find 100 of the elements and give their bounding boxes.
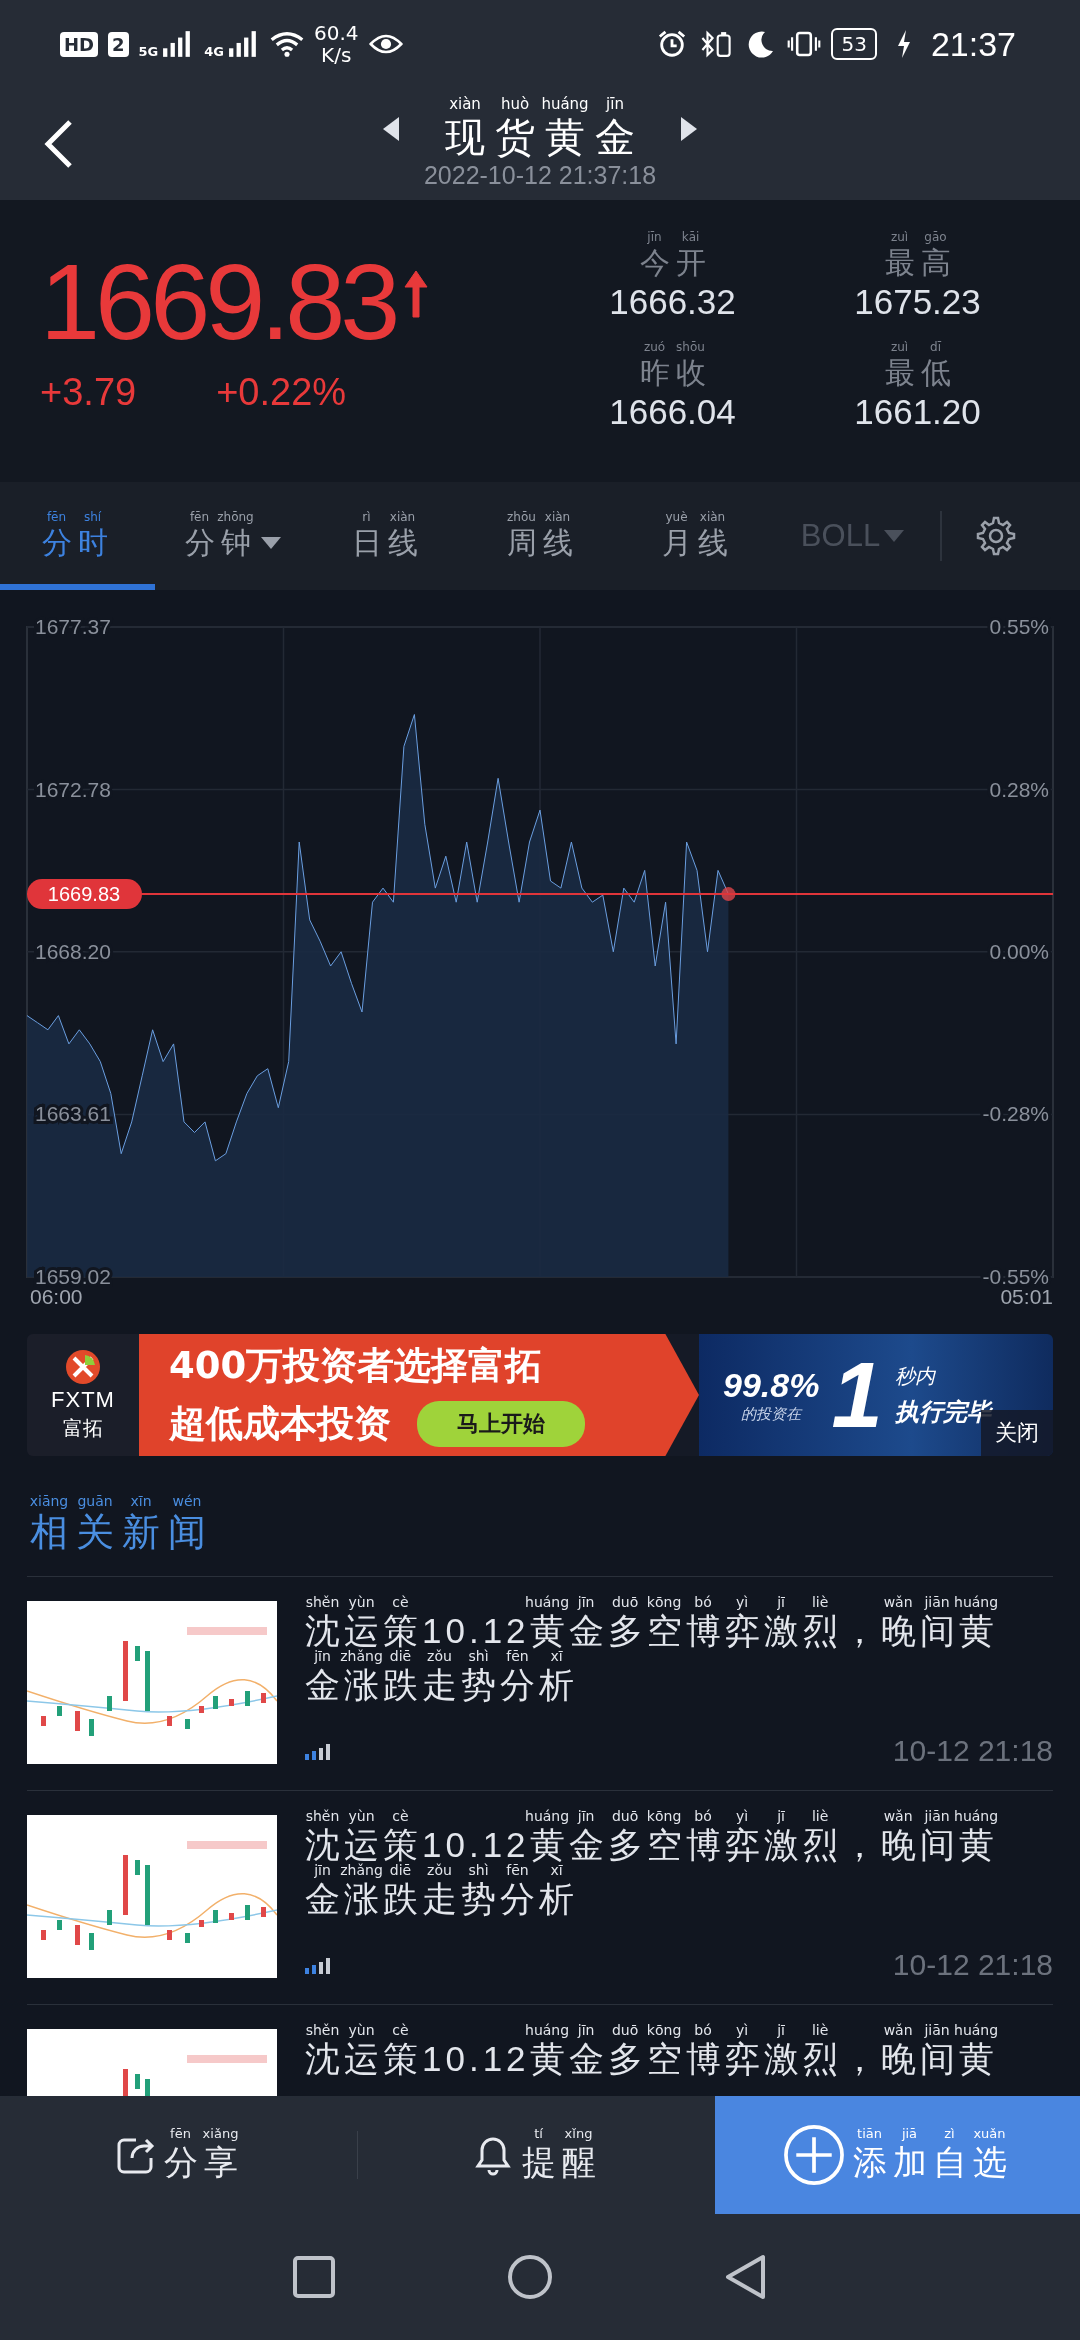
pinyin: fēn	[506, 1649, 529, 1663]
pinyin: wǎn	[883, 1595, 913, 1609]
pinyin: cè	[392, 1809, 409, 1823]
x-logo-icon	[65, 1348, 101, 1385]
pinyin: kōng	[646, 1595, 682, 1609]
pinyin: jī	[777, 2023, 785, 2037]
pinyin: jī	[777, 1809, 785, 1823]
pinyin: xiàn	[699, 510, 726, 523]
pinyin: jiān	[924, 1809, 950, 1823]
pinyin: xuǎn	[973, 2127, 1006, 2140]
pinyin: zǒu	[427, 1863, 452, 1877]
pinyin: diē	[389, 1649, 412, 1663]
pinyin: jiān	[924, 1595, 950, 1609]
pinyin: shì	[468, 1863, 489, 1877]
pinyin: xīn	[130, 1494, 152, 1508]
pinyin: yì	[736, 2023, 749, 2037]
pinyin: jiā	[901, 2127, 918, 2140]
pinyin: kāi	[681, 231, 700, 243]
pinyin: wǎn	[883, 1809, 913, 1823]
pinyin: jīn	[606, 96, 624, 112]
pinyin: duō	[611, 1809, 639, 1823]
pinyin: fēn	[506, 1863, 529, 1877]
news-time: 10-12 21:18	[892, 1734, 1053, 1768]
pinyin: jīn	[577, 2023, 595, 2037]
pinyin: jīn	[314, 1863, 331, 1877]
headline-text[interactable]: 金涨跌走势分析	[305, 1879, 578, 1919]
pinyin: shěn	[305, 1595, 340, 1609]
clock: 21:37	[930, 24, 1016, 64]
pinyin: zhǎng	[340, 1863, 383, 1877]
ad-caption: 秒内	[894, 1362, 937, 1390]
ad-headline: 400万投资者选择富拓	[169, 1343, 544, 1389]
axis-label: 06:00	[30, 1285, 83, 1308]
pinyin: jīn	[577, 1809, 595, 1823]
pinyin: zuó	[643, 341, 666, 353]
pinyin: huáng	[541, 96, 589, 112]
pinyin: yì	[736, 1595, 749, 1609]
news-time: 10-12 21:18	[892, 1948, 1053, 1982]
axis-label: 0.55%	[989, 615, 1049, 638]
home-icon[interactable]	[507, 2254, 553, 2300]
axis-label: -0.55%	[982, 1265, 1049, 1288]
start-button[interactable]: 马上开始	[417, 1401, 585, 1447]
plus-circle-icon	[782, 2124, 845, 2186]
pinyin: shěn	[305, 2023, 340, 2037]
pinyin: yuè	[665, 510, 688, 523]
pinyin: jīn	[314, 1649, 331, 1663]
pinyin: huò	[500, 96, 530, 112]
pinyin: huáng	[525, 1595, 570, 1609]
pinyin: zì	[944, 2127, 955, 2140]
pinyin: jī	[777, 1595, 785, 1609]
pinyin: zǒu	[427, 1649, 452, 1663]
pinyin: tiān	[857, 2127, 882, 2140]
pinyin: shí	[83, 510, 102, 523]
pinyin: huáng	[954, 1809, 999, 1823]
axis-label: 1663.61	[35, 1102, 111, 1126]
stat-value: 1675.23	[854, 282, 981, 322]
headline-text[interactable]: 金涨跌走势分析	[305, 1665, 578, 1705]
pinyin: jīn	[647, 231, 662, 243]
section-title: 相关新闻	[30, 1510, 214, 1554]
pinyin: fēn	[170, 2127, 191, 2140]
stat-value: 1666.32	[609, 282, 736, 322]
next-icon[interactable]	[679, 116, 697, 141]
stat-label: 昨收	[639, 356, 712, 390]
close-button[interactable]: 关闭	[981, 1410, 1053, 1456]
pinyin: huáng	[525, 1809, 570, 1823]
pinyin: xī	[550, 1863, 563, 1877]
pinyin: huáng	[525, 2023, 570, 2037]
previous-icon[interactable]	[383, 116, 401, 141]
pinyin: liè	[811, 1595, 829, 1609]
wifi-icon	[270, 29, 304, 59]
pinyin: rì	[362, 510, 371, 523]
brand-name: 富拓	[63, 1414, 103, 1442]
pinyin: kōng	[646, 1809, 682, 1823]
speed-unit: K/s	[321, 44, 352, 66]
pinyin: xiāng	[29, 1494, 69, 1508]
pinyin: yùn	[348, 2023, 375, 2037]
stat-value: 1661.20	[854, 392, 981, 432]
pinyin: wǎn	[883, 2023, 913, 2037]
pinyin: duō	[611, 1595, 639, 1609]
battery-level: 53	[831, 28, 877, 60]
pinyin: shěn	[305, 1809, 340, 1823]
ad-digit: 1	[831, 1343, 883, 1448]
stat-label: 最低	[884, 356, 957, 390]
timestamp: 2022-10-12 21:37:18	[423, 160, 657, 190]
brand-name: FXTM	[51, 1386, 115, 1413]
stat-label: 今开	[639, 246, 712, 280]
pinyin: yùn	[348, 1809, 375, 1823]
axis-label: 1659.02	[35, 1265, 111, 1288]
axis-label: 0.28%	[989, 777, 1049, 801]
pinyin: yì	[736, 1809, 749, 1823]
headline-text[interactable]: 沈运策10.12黄金多空博弈激烈，晚间黄	[305, 2039, 998, 2079]
recents-icon[interactable]	[291, 2254, 337, 2300]
settings-icon[interactable]	[976, 516, 1016, 556]
pinyin: zuì	[890, 231, 909, 243]
pinyin: zhǎng	[340, 1649, 383, 1663]
pinyin: tí	[534, 2127, 543, 2140]
pinyin: fēn	[46, 510, 67, 523]
page-title: 现货黄金	[445, 114, 645, 159]
sim-badge: 2	[108, 31, 129, 57]
percent-change: +0.22%	[216, 370, 347, 414]
pinyin: bó	[694, 1809, 712, 1823]
